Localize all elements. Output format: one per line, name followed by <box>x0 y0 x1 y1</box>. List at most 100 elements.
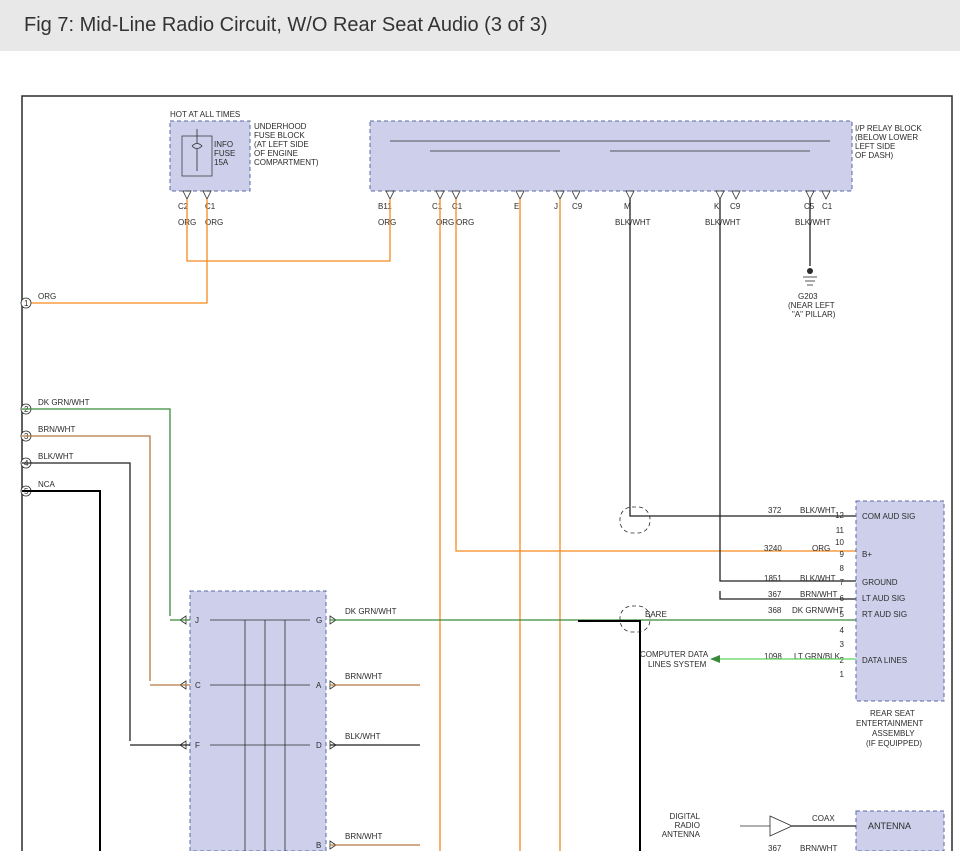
svg-text:E: E <box>514 202 519 211</box>
svg-text:J: J <box>554 202 558 211</box>
svg-text:G: G <box>316 616 322 625</box>
circuit-nums: 372 BLK/WHT 3240 ORG 1851 BLK/WHT 367 BR… <box>764 506 844 851</box>
svg-text:BRN/WHT: BRN/WHT <box>38 425 75 434</box>
svg-text:COAX: COAX <box>812 814 835 823</box>
title-text: Fig 7: Mid-Line Radio Circuit, W/O Rear … <box>24 14 548 36</box>
svg-text:GROUND: GROUND <box>862 578 898 587</box>
antenna-block <box>856 811 944 851</box>
svg-text:12: 12 <box>835 511 844 520</box>
svg-text:C: C <box>195 681 201 690</box>
svg-text:BLK/WHT: BLK/WHT <box>800 574 836 583</box>
shield-icon <box>620 507 650 533</box>
svg-text:ORG: ORG <box>205 218 223 227</box>
svg-text:368: 368 <box>768 606 782 615</box>
svg-text:LT AUD SIG: LT AUD SIG <box>862 594 905 603</box>
svg-text:8: 8 <box>840 564 845 573</box>
svg-text:BRN/WHT: BRN/WHT <box>345 672 382 681</box>
svg-text:C1: C1 <box>432 202 443 211</box>
svg-text:C1: C1 <box>822 202 833 211</box>
svg-text:B+: B+ <box>862 550 872 559</box>
svg-text:4: 4 <box>840 626 845 635</box>
svg-text:3240: 3240 <box>764 544 782 553</box>
svg-text:(BELOW LOWER: (BELOW LOWER <box>855 133 918 142</box>
svg-text:BLK/WHT: BLK/WHT <box>705 218 741 227</box>
svg-text:ANTENNA: ANTENNA <box>662 830 701 839</box>
svg-text:11: 11 <box>836 526 845 535</box>
svg-text:(AT LEFT SIDE: (AT LEFT SIDE <box>254 140 309 149</box>
svg-text:ORG: ORG <box>812 544 830 553</box>
svg-text:ORG: ORG <box>436 218 454 227</box>
svg-text:COM AUD SIG: COM AUD SIG <box>862 512 915 521</box>
svg-text:DK GRN/WHT: DK GRN/WHT <box>345 607 397 616</box>
svg-text:C9: C9 <box>572 202 583 211</box>
svg-text:I/P RELAY BLOCK: I/P RELAY BLOCK <box>855 124 922 133</box>
svg-text:LINES SYSTEM: LINES SYSTEM <box>648 660 707 669</box>
svg-text:HOT AT ALL TIMES: HOT AT ALL TIMES <box>170 110 240 119</box>
svg-text:LT GRN/BLK: LT GRN/BLK <box>794 652 841 661</box>
svg-text:10: 10 <box>835 538 844 547</box>
wire-dkgrn <box>22 409 170 616</box>
svg-text:NCA: NCA <box>38 480 56 489</box>
svg-text:7: 7 <box>840 578 845 587</box>
svg-text:RT AUD SIG: RT AUD SIG <box>862 610 907 619</box>
svg-text:DK GRN/WHT: DK GRN/WHT <box>38 398 90 407</box>
svg-text:367: 367 <box>768 590 782 599</box>
antenna-icon <box>770 816 792 836</box>
diagram-canvas: INFO FUSE 15A HOT AT ALL TIMES UNDERHOOD… <box>0 51 960 851</box>
svg-text:J: J <box>195 616 199 625</box>
svg-text:UNDERHOOD: UNDERHOOD <box>254 122 307 131</box>
svg-text:G203: G203 <box>798 292 818 301</box>
svg-text:BLK/WHT: BLK/WHT <box>615 218 651 227</box>
svg-text:6: 6 <box>840 594 845 603</box>
svg-text:"A" PILLAR): "A" PILLAR) <box>792 310 836 319</box>
svg-text:RADIO: RADIO <box>675 821 700 830</box>
svg-text:ORG: ORG <box>38 292 56 301</box>
svg-text:A: A <box>316 681 322 690</box>
arrow-left-icon <box>710 655 720 663</box>
svg-text:ANTENNA: ANTENNA <box>868 821 911 831</box>
svg-text:C9: C9 <box>730 202 741 211</box>
svg-text:ORG: ORG <box>456 218 474 227</box>
svg-text:B: B <box>316 841 321 850</box>
svg-text:DIGITAL: DIGITAL <box>669 812 700 821</box>
svg-text:1: 1 <box>24 299 29 308</box>
svg-text:BRN/WHT: BRN/WHT <box>800 590 837 599</box>
wire-org-1 <box>22 199 207 303</box>
svg-text:BLK/WHT: BLK/WHT <box>800 506 836 515</box>
svg-text:9: 9 <box>840 550 845 559</box>
svg-text:ENTERTAINMENT: ENTERTAINMENT <box>856 719 923 728</box>
svg-text:LEFT SIDE: LEFT SIDE <box>855 142 895 151</box>
svg-text:INFO: INFO <box>214 140 233 149</box>
svg-text:ASSEMBLY: ASSEMBLY <box>872 729 915 738</box>
svg-text:BRN/WHT: BRN/WHT <box>800 844 837 851</box>
svg-text:367: 367 <box>768 844 782 851</box>
svg-text:(IF EQUIPPED): (IF EQUIPPED) <box>866 739 922 748</box>
svg-text:1: 1 <box>840 670 845 679</box>
svg-text:15A: 15A <box>214 158 229 167</box>
svg-text:BRN/WHT: BRN/WHT <box>345 832 382 841</box>
svg-text:DATA LINES: DATA LINES <box>862 656 907 665</box>
splice-block <box>190 591 326 851</box>
svg-text:OF DASH): OF DASH) <box>855 151 894 160</box>
relay-pins: B11 ORG C1 C1 ORG ORG E J C9 M BLK/WHT K… <box>378 191 833 227</box>
svg-text:REAR SEAT: REAR SEAT <box>870 709 915 718</box>
svg-text:BLK/WHT: BLK/WHT <box>795 218 831 227</box>
page-title: Fig 7: Mid-Line Radio Circuit, W/O Rear … <box>0 0 960 51</box>
svg-text:C1: C1 <box>452 202 463 211</box>
svg-text:2: 2 <box>840 656 845 665</box>
svg-text:F: F <box>195 741 200 750</box>
svg-text:OF ENGINE: OF ENGINE <box>254 149 298 158</box>
svg-text:COMPUTER DATA: COMPUTER DATA <box>640 650 709 659</box>
svg-text:BLK/WHT: BLK/WHT <box>345 732 381 741</box>
svg-text:(NEAR LEFT: (NEAR LEFT <box>788 301 835 310</box>
svg-text:1851: 1851 <box>764 574 782 583</box>
svg-text:ORG: ORG <box>378 218 396 227</box>
svg-text:DK GRN/WHT: DK GRN/WHT <box>792 606 844 615</box>
svg-text:BLK/WHT: BLK/WHT <box>38 452 74 461</box>
svg-text:FUSE: FUSE <box>214 149 235 158</box>
svg-text:COMPARTMENT): COMPARTMENT) <box>254 158 319 167</box>
ip-relay-block <box>370 121 852 191</box>
svg-text:D: D <box>316 741 322 750</box>
svg-text:372: 372 <box>768 506 782 515</box>
svg-text:K: K <box>714 202 720 211</box>
